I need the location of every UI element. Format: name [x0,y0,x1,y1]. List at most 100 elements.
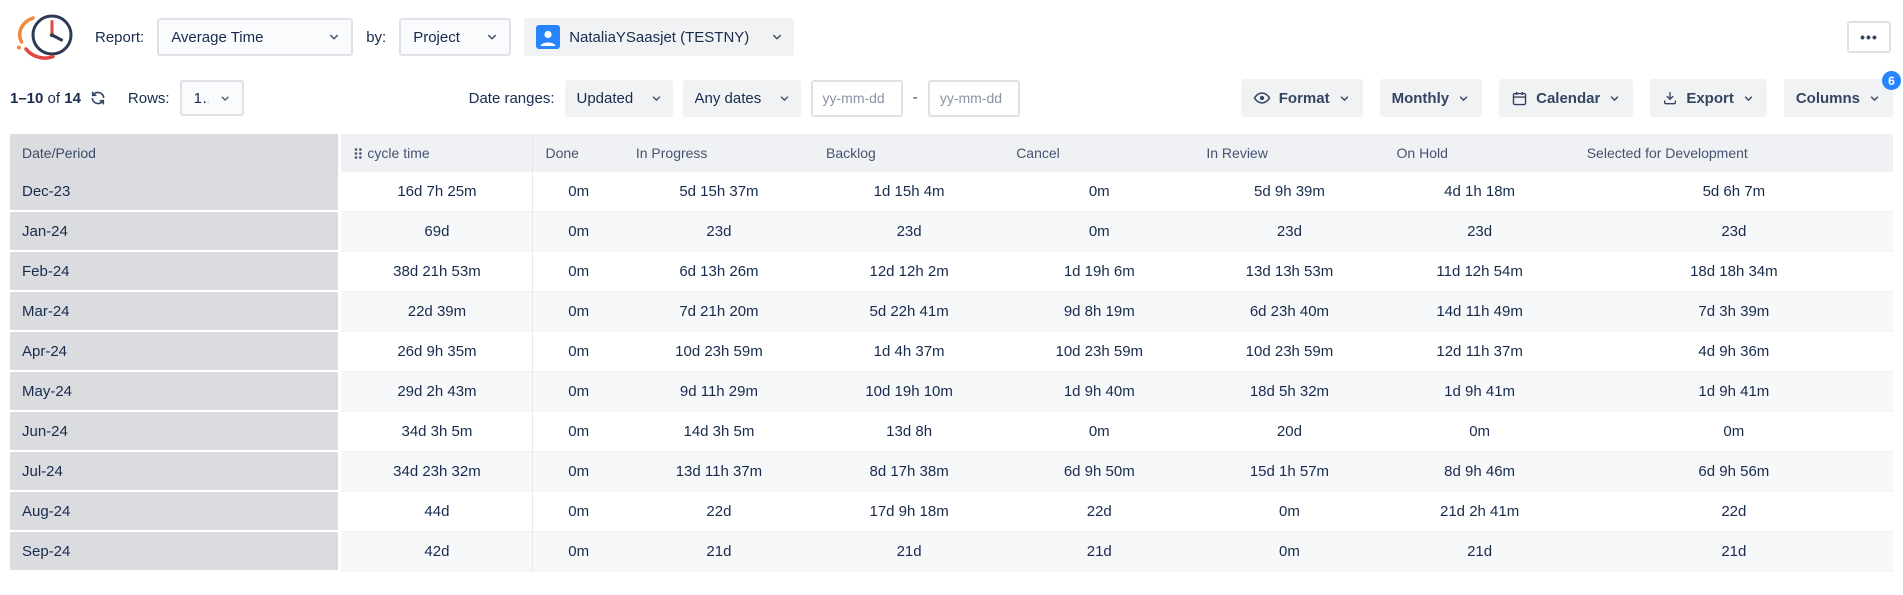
report-type-select[interactable]: Average Time [157,18,353,56]
value-cell: 29d 2h 43m [341,372,533,412]
value-cell: 6d 13h 26m [624,252,814,292]
value-cell: 21d [1385,532,1575,572]
format-label: Format [1279,90,1330,107]
period-cell: Feb-24 [10,252,341,292]
chevron-down-icon [1608,92,1621,105]
report-label: Report: [95,29,144,46]
value-cell: 1d 19h 6m [1004,252,1194,292]
value-cell: 5d 22h 41m [814,292,1004,332]
pagination-total: 14 [64,90,81,107]
value-cell: 12d 11h 37m [1385,332,1575,372]
value-cell: 8d 17h 38m [814,452,1004,492]
rows-per-page-value: 10 [194,90,210,107]
value-cell: 18d 5h 32m [1194,372,1384,412]
value-cell: 5d 9h 39m [1194,172,1384,212]
column-header-in-review[interactable]: In Review [1194,134,1384,172]
value-cell: 21d [1004,532,1194,572]
value-cell: 21d [814,532,1004,572]
value-cell: 38d 21h 53m [341,252,533,292]
period-button[interactable]: Monthly [1380,79,1483,117]
calendar-icon [1511,90,1528,107]
period-cell: May-24 [10,372,341,412]
date-from-input[interactable] [811,80,903,117]
chevron-down-icon [327,30,341,44]
download-icon [1662,90,1678,106]
value-cell: 0m [533,452,623,492]
date-field-select[interactable]: Updated [565,80,673,117]
column-header-backlog[interactable]: Backlog [814,134,1004,172]
value-cell: 4d 1h 18m [1385,172,1575,212]
table-row: Dec-2316d 7h 25m0m5d 15h 37m1d 15h 4m0m5… [10,172,1893,212]
rows-per-page-select[interactable]: 10 [180,80,244,116]
table-row: Mar-2422d 39m0m7d 21h 20m5d 22h 41m9d 8h… [10,292,1893,332]
calendar-button[interactable]: Calendar [1499,79,1633,117]
value-cell: 0m [533,492,623,532]
chevron-down-icon [485,30,499,44]
value-cell: 16d 7h 25m [341,172,533,212]
table-header-row: Date/Periodcycle timeDoneIn ProgressBack… [10,134,1893,172]
value-cell: 1d 15h 4m [814,172,1004,212]
more-menu-button[interactable]: ••• [1847,21,1891,53]
value-cell: 0m [533,212,623,252]
toolbar-actions: Format Monthly Calendar Export Columns [1241,79,1893,117]
export-label: Export [1686,90,1734,107]
column-header-cancel[interactable]: Cancel [1004,134,1194,172]
column-header-in-progress[interactable]: In Progress [624,134,814,172]
column-header-on-hold[interactable]: On Hold [1385,134,1575,172]
column-header-date-period[interactable]: Date/Period [10,134,341,172]
columns-button[interactable]: Columns 6 [1784,79,1893,117]
value-cell: 0m [1004,172,1194,212]
chevron-down-icon [219,92,231,105]
date-to-input[interactable] [928,80,1020,117]
value-cell: 8d 9h 46m [1385,452,1575,492]
value-cell: 7d 3h 39m [1575,292,1893,332]
value-cell: 22d [1004,492,1194,532]
value-cell: 21d [1575,532,1893,572]
value-cell: 6d 9h 56m [1575,452,1893,492]
value-cell: 0m [1004,212,1194,252]
period-cell: Dec-23 [10,172,341,212]
pagination-text: 1–10 of 14 [10,90,81,107]
columns-count-badge: 6 [1882,71,1901,90]
value-cell: 23d [1575,212,1893,252]
column-header-done[interactable]: Done [533,134,623,172]
value-cell: 10d 23h 59m [624,332,814,372]
project-select[interactable]: NataliaYSaasjet (TESTNY) [524,18,794,56]
period-cell: Jun-24 [10,412,341,452]
column-header-selected-for-development[interactable]: Selected for Development [1575,134,1893,172]
format-button[interactable]: Format [1241,79,1363,117]
drag-handle-icon [353,147,363,160]
report-type-value: Average Time [171,29,263,46]
table-row: Jun-2434d 3h 5m0m14d 3h 5m13d 8h0m20d0m0… [10,412,1893,452]
value-cell: 13d 13h 53m [1194,252,1384,292]
value-cell: 15d 1h 57m [1194,452,1384,492]
value-cell: 23d [814,212,1004,252]
period-cell: Sep-24 [10,532,341,572]
date-preset-select[interactable]: Any dates [683,80,801,117]
value-cell: 0m [533,412,623,452]
chevron-down-icon [650,92,663,105]
table-row: Aug-2444d0m22d17d 9h 18m22d0m21d 2h 41m2… [10,492,1893,532]
group-by-select[interactable]: Project [399,18,511,56]
value-cell: 7d 21h 20m [624,292,814,332]
period-cell: Aug-24 [10,492,341,532]
value-cell: 11d 12h 54m [1385,252,1575,292]
toolbar: 1–10 of 14 Rows: 10 Date ranges: Updated… [0,74,1903,122]
value-cell: 22d 39m [341,292,533,332]
period-value: Monthly [1392,90,1450,107]
value-cell: 14d 11h 49m [1385,292,1575,332]
value-cell: 42d [341,532,533,572]
value-cell: 17d 9h 18m [814,492,1004,532]
value-cell: 5d 15h 37m [624,172,814,212]
period-cell: Mar-24 [10,292,341,332]
value-cell: 0m [533,252,623,292]
value-cell: 14d 3h 5m [624,412,814,452]
refresh-icon[interactable] [90,90,106,106]
table-row: Apr-2426d 9h 35m0m10d 23h 59m1d 4h 37m10… [10,332,1893,372]
eye-icon [1253,89,1271,107]
value-cell: 34d 23h 32m [341,452,533,492]
value-cell: 0m [533,292,623,332]
column-header-cycle-time[interactable]: cycle time [341,134,533,172]
export-button[interactable]: Export [1650,79,1767,117]
value-cell: 0m [533,532,623,572]
